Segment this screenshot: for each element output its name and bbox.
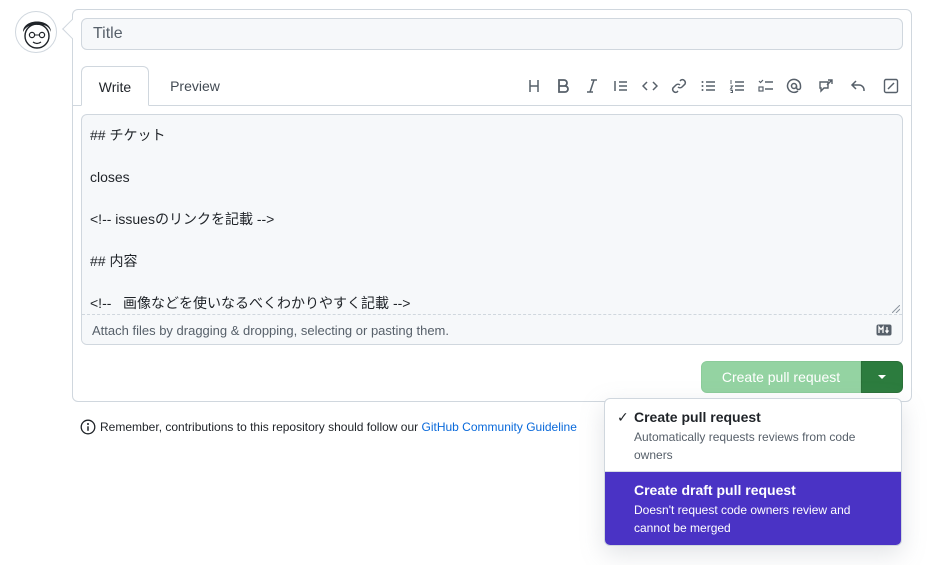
- title-input[interactable]: Title: [81, 18, 903, 50]
- resize-handle-icon[interactable]: [892, 305, 900, 313]
- check-icon: ✓: [617, 409, 629, 425]
- create-options-menu: ✓ Create pull request Automatically requ…: [604, 398, 902, 546]
- option-description: Automatically requests reviews from code…: [634, 430, 856, 462]
- editor-body[interactable]: ## チケット closes <!-- issuesのリンクを記載 --> ##…: [90, 125, 410, 314]
- tab-preview[interactable]: Preview: [156, 66, 234, 106]
- attach-hint: Attach files by dragging & dropping, sel…: [92, 323, 449, 338]
- option-title: Create pull request: [634, 409, 761, 425]
- menu-item-create-pull-request[interactable]: ✓ Create pull request Automatically requ…: [605, 399, 901, 472]
- code-icon[interactable]: [639, 75, 661, 97]
- tab-write[interactable]: Write: [81, 66, 149, 106]
- bold-icon[interactable]: [552, 75, 574, 97]
- info-icon: [80, 419, 96, 435]
- italic-icon[interactable]: [581, 75, 603, 97]
- caret-down-icon: [878, 375, 886, 379]
- avatar: [15, 11, 57, 53]
- create-options-dropdown-button[interactable]: [861, 361, 903, 393]
- mention-icon[interactable]: [783, 75, 805, 97]
- option-title: Create draft pull request: [634, 482, 796, 498]
- attach-files-area[interactable]: Attach files by dragging & dropping, sel…: [82, 314, 902, 344]
- slash-commands-icon[interactable]: [880, 75, 902, 97]
- bulleted-list-icon[interactable]: [697, 75, 719, 97]
- note-text: Remember, contributions to this reposito…: [100, 420, 422, 434]
- menu-item-create-draft-pull-request[interactable]: Create draft pull request Doesn't reques…: [605, 472, 901, 545]
- quote-icon[interactable]: [610, 75, 632, 97]
- numbered-list-icon[interactable]: [726, 75, 748, 97]
- community-guidelines-link[interactable]: GitHub Community Guideline: [422, 420, 577, 434]
- option-description: Doesn't request code owners review and c…: [634, 503, 851, 535]
- cross-reference-icon[interactable]: [815, 75, 837, 97]
- markdown-editor[interactable]: ## チケット closes <!-- issuesのリンクを記載 --> ##…: [81, 114, 903, 345]
- create-pull-request-button[interactable]: Create pull request: [701, 361, 861, 393]
- avatar-illustration: [23, 21, 51, 49]
- heading-icon[interactable]: [523, 75, 545, 97]
- reply-icon[interactable]: [847, 75, 869, 97]
- task-list-icon[interactable]: [755, 75, 777, 97]
- markdown-icon[interactable]: [876, 324, 892, 336]
- link-icon[interactable]: [668, 75, 690, 97]
